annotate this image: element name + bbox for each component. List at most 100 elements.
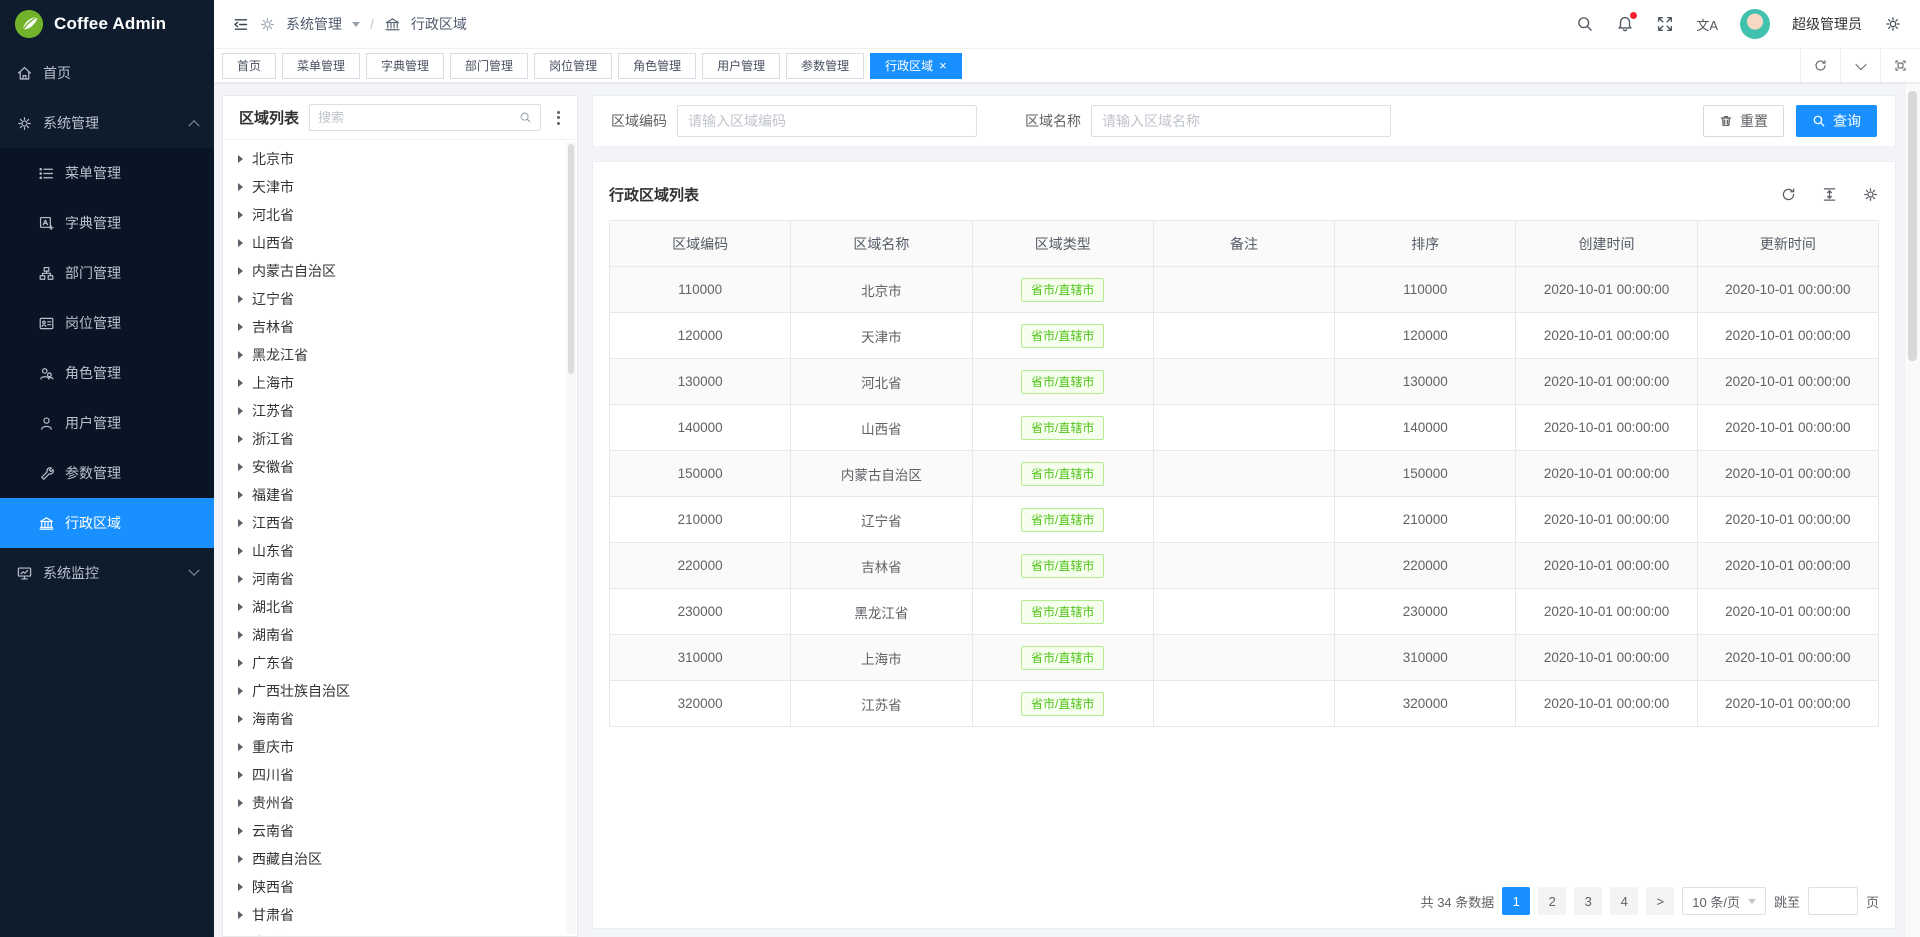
tab[interactable]: 岗位管理: [534, 53, 612, 79]
caret-right-icon[interactable]: [238, 351, 243, 359]
tab[interactable]: 首页: [222, 53, 276, 79]
tree-item[interactable]: 内蒙古自治区: [223, 257, 577, 285]
page-button[interactable]: 3: [1574, 887, 1602, 915]
page-button[interactable]: 2: [1538, 887, 1566, 915]
caret-right-icon[interactable]: [238, 519, 243, 527]
sidebar-item-home[interactable]: 首页: [0, 48, 214, 98]
sidebar-group-monitor[interactable]: 系统监控: [0, 548, 214, 598]
sidebar-group-system[interactable]: 系统管理: [0, 98, 214, 148]
tree-item[interactable]: 西藏自治区: [223, 845, 577, 873]
page-button[interactable]: 1: [1502, 887, 1530, 915]
table-row[interactable]: 140000 山西省 省市/直辖市 140000 2020-10-01 00:0…: [610, 405, 1879, 451]
tree-item[interactable]: 河南省: [223, 565, 577, 593]
more-options-icon[interactable]: [551, 107, 565, 129]
caret-right-icon[interactable]: [238, 771, 243, 779]
tree-item[interactable]: 湖南省: [223, 621, 577, 649]
caret-right-icon[interactable]: [238, 463, 243, 471]
tree-item[interactable]: 陕西省: [223, 873, 577, 901]
tab[interactable]: 角色管理: [618, 53, 696, 79]
refresh-icon[interactable]: [1800, 49, 1840, 82]
caret-right-icon[interactable]: [238, 883, 243, 891]
search-icon[interactable]: [1576, 15, 1594, 33]
table-row[interactable]: 130000 河北省 省市/直辖市 130000 2020-10-01 00:0…: [610, 359, 1879, 405]
caret-right-icon[interactable]: [238, 659, 243, 667]
sidebar-item-user-mgmt[interactable]: 用户管理: [0, 398, 214, 448]
page-scrollbar[interactable]: [1904, 83, 1920, 937]
table-row[interactable]: 110000 北京市 省市/直辖市 110000 2020-10-01 00:0…: [610, 267, 1879, 313]
tab[interactable]: 参数管理: [786, 53, 864, 79]
table-row[interactable]: 220000 吉林省 省市/直辖市 220000 2020-10-01 00:0…: [610, 543, 1879, 589]
tree-item[interactable]: 广西壮族自治区: [223, 677, 577, 705]
tab[interactable]: 字典管理: [366, 53, 444, 79]
settings-gear-icon[interactable]: [1884, 15, 1902, 33]
fullscreen-icon[interactable]: [1656, 15, 1674, 33]
tree-search-input[interactable]: [318, 110, 513, 125]
tree-item[interactable]: 河北省: [223, 201, 577, 229]
caret-right-icon[interactable]: [238, 491, 243, 499]
tree-item[interactable]: 甘肃省: [223, 901, 577, 929]
caret-right-icon[interactable]: [238, 407, 243, 415]
caret-right-icon[interactable]: [238, 155, 243, 163]
sidebar-item-dict-mgmt[interactable]: 字典管理: [0, 198, 214, 248]
breadcrumb-group[interactable]: 系统管理: [286, 14, 342, 34]
tree-item[interactable]: 重庆市: [223, 733, 577, 761]
caret-right-icon[interactable]: [238, 211, 243, 219]
tab-close-icon[interactable]: ×: [939, 59, 947, 72]
caret-right-icon[interactable]: [238, 295, 243, 303]
table-row[interactable]: 230000 黑龙江省 省市/直辖市 230000 2020-10-01 00:…: [610, 589, 1879, 635]
refresh-icon[interactable]: [1780, 186, 1797, 203]
caret-right-icon[interactable]: [238, 239, 243, 247]
table-row[interactable]: 210000 辽宁省 省市/直辖市 210000 2020-10-01 00:0…: [610, 497, 1879, 543]
tree-scrollbar-thumb[interactable]: [568, 144, 574, 374]
table-row[interactable]: 310000 上海市 省市/直辖市 310000 2020-10-01 00:0…: [610, 635, 1879, 681]
caret-right-icon[interactable]: [238, 575, 243, 583]
tab[interactable]: 用户管理: [702, 53, 780, 79]
tree-item[interactable]: 黑龙江省: [223, 341, 577, 369]
chevron-down-icon[interactable]: [1840, 49, 1880, 82]
column-settings-gear-icon[interactable]: [1862, 186, 1879, 203]
caret-right-icon[interactable]: [238, 715, 243, 723]
caret-right-icon[interactable]: [238, 687, 243, 695]
app-logo[interactable]: Coffee Admin: [0, 0, 214, 48]
tree-item[interactable]: 贵州省: [223, 789, 577, 817]
table-row[interactable]: 150000 内蒙古自治区 省市/直辖市 150000 2020-10-01 0…: [610, 451, 1879, 497]
tree-scrollbar[interactable]: [566, 142, 576, 934]
caret-right-icon[interactable]: [238, 267, 243, 275]
tree-item[interactable]: 浙江省: [223, 425, 577, 453]
caret-right-icon[interactable]: [238, 911, 243, 919]
tree-item[interactable]: 山西省: [223, 229, 577, 257]
page-size-select[interactable]: 10 条/页: [1682, 887, 1766, 915]
maximize-icon[interactable]: [1880, 49, 1920, 82]
sidebar-item-role-mgmt[interactable]: 角色管理: [0, 348, 214, 398]
caret-right-icon[interactable]: [238, 631, 243, 639]
tree-item[interactable]: 江西省: [223, 509, 577, 537]
tree-item[interactable]: 青海省: [223, 929, 577, 936]
tree-item[interactable]: 辽宁省: [223, 285, 577, 313]
menu-fold-icon[interactable]: [232, 16, 249, 33]
sidebar-item-admin-region[interactable]: 行政区域: [0, 498, 214, 548]
caret-right-icon[interactable]: [238, 547, 243, 555]
tree-item[interactable]: 安徽省: [223, 453, 577, 481]
sidebar-item-dept-mgmt[interactable]: 部门管理: [0, 248, 214, 298]
caret-right-icon[interactable]: [238, 183, 243, 191]
user-name[interactable]: 超级管理员: [1792, 14, 1862, 34]
caret-right-icon[interactable]: [238, 799, 243, 807]
caret-right-icon[interactable]: [238, 379, 243, 387]
tree-item[interactable]: 天津市: [223, 173, 577, 201]
tree-item[interactable]: 湖北省: [223, 593, 577, 621]
tree-item[interactable]: 北京市: [223, 145, 577, 173]
notification-bell-icon[interactable]: [1616, 15, 1634, 33]
tree-item[interactable]: 吉林省: [223, 313, 577, 341]
tab[interactable]: 部门管理: [450, 53, 528, 79]
region-code-input[interactable]: [677, 105, 977, 137]
region-name-input[interactable]: [1091, 105, 1391, 137]
caret-right-icon[interactable]: [238, 323, 243, 331]
search-icon[interactable]: [519, 111, 532, 124]
avatar[interactable]: [1740, 9, 1770, 39]
table-row[interactable]: 320000 江苏省 省市/直辖市 320000 2020-10-01 00:0…: [610, 681, 1879, 727]
tree-item[interactable]: 云南省: [223, 817, 577, 845]
tab[interactable]: 菜单管理: [282, 53, 360, 79]
tree-item[interactable]: 福建省: [223, 481, 577, 509]
page-scrollbar-thumb[interactable]: [1908, 91, 1917, 361]
page-button[interactable]: >: [1646, 887, 1674, 915]
